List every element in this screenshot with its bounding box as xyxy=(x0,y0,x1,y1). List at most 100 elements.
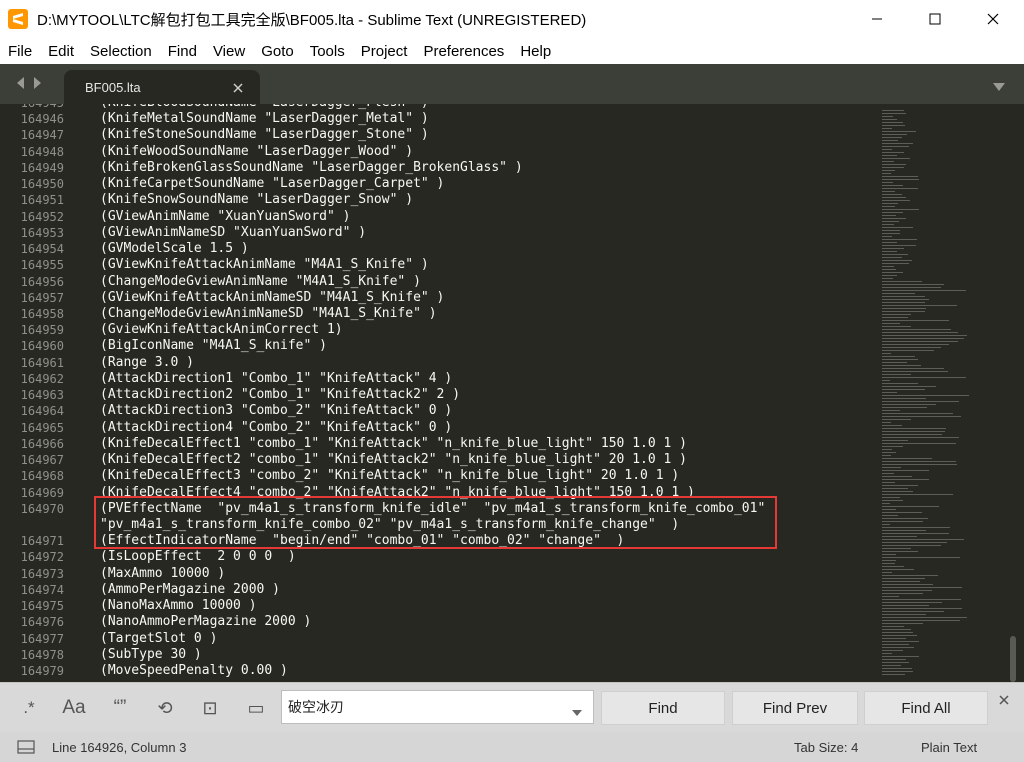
code-line[interactable]: (KnifeMetalSoundName "LaserDagger_Metal"… xyxy=(100,111,429,127)
line-number: 164956 xyxy=(20,274,64,289)
code-line[interactable]: (GviewKnifeAttackAnimCorrect 1) xyxy=(100,322,343,338)
code-line[interactable]: (AttackDirection4 "Combo_2" "KnifeAttack… xyxy=(100,420,452,436)
menu-bar: File Edit Selection Find View Goto Tools… xyxy=(0,38,1024,64)
tab-size-indicator[interactable]: Tab Size: 4 xyxy=(794,740,858,755)
minimap-line xyxy=(882,434,942,435)
tab-list-dropdown-icon[interactable] xyxy=(992,79,1006,97)
menu-project[interactable]: Project xyxy=(361,43,416,60)
code-line[interactable]: (KnifeBloodSoundName "LaserDagger_Flesh"… xyxy=(100,104,429,111)
minimap-line xyxy=(882,617,967,618)
code-line[interactable]: (BigIconName "M4A1_S_knife" ) xyxy=(100,338,327,354)
regex-toggle-icon[interactable]: .* xyxy=(16,696,42,720)
find-prev-button[interactable]: Find Prev xyxy=(732,691,858,725)
minimap-line xyxy=(882,116,893,117)
whole-word-toggle-icon[interactable]: “” xyxy=(106,696,134,720)
find-history-dropdown-icon[interactable] xyxy=(571,704,583,722)
find-input[interactable] xyxy=(288,691,564,723)
minimap-line xyxy=(882,473,894,474)
line-number: 164975 xyxy=(20,599,64,614)
minimap[interactable] xyxy=(880,104,1008,682)
highlight-matches-toggle-icon[interactable]: ▭ xyxy=(243,696,269,720)
code-line[interactable]: (NanoMaxAmmo 10000 ) xyxy=(100,598,257,614)
minimap-line xyxy=(882,122,903,123)
find-button[interactable]: Find xyxy=(601,691,725,725)
code-line[interactable]: (AttackDirection2 "Combo_1" "KnifeAttack… xyxy=(100,387,460,403)
minimap-line xyxy=(882,632,913,633)
minimap-line xyxy=(882,620,960,621)
menu-preferences[interactable]: Preferences xyxy=(423,43,512,60)
minimap-line xyxy=(882,209,919,210)
find-all-button[interactable]: Find All xyxy=(864,691,988,725)
vertical-scrollbar[interactable] xyxy=(1010,636,1016,682)
wrap-toggle-icon[interactable]: ⟲ xyxy=(152,696,178,720)
minimap-line xyxy=(882,491,913,492)
case-sensitive-toggle-icon[interactable]: Aa xyxy=(60,696,88,720)
code-line[interactable]: (KnifeBrokenGlassSoundName "LaserDagger_… xyxy=(100,160,523,176)
minimap-line xyxy=(882,128,892,129)
menu-goto[interactable]: Goto xyxy=(261,43,302,60)
minimap-line xyxy=(882,368,944,369)
code-line[interactable]: (KnifeDecalEffect3 "combo_2" "KnifeAttac… xyxy=(100,468,679,484)
minimap-line xyxy=(882,197,906,198)
code-line[interactable]: (NanoAmmoPerMagazine 2000 ) xyxy=(100,614,311,630)
find-input-box[interactable] xyxy=(281,690,594,724)
tab-next-arrow-icon[interactable] xyxy=(32,76,46,92)
code-line[interactable]: (KnifeSnowSoundName "LaserDagger_Snow" ) xyxy=(100,192,413,208)
minimap-line xyxy=(882,248,904,249)
line-number: 164979 xyxy=(20,664,64,679)
minimap-line xyxy=(882,329,951,330)
code-line[interactable]: (KnifeDecalEffect1 "combo_1" "KnifeAttac… xyxy=(100,436,687,452)
tab-close-icon[interactable] xyxy=(232,81,244,93)
code-line[interactable]: (ChangeModeGviewAnimName "M4A1_S_Knife" … xyxy=(100,274,421,290)
minimap-line xyxy=(882,194,902,195)
close-find-panel-icon[interactable] xyxy=(998,693,1012,707)
code-line[interactable]: (MoveSpeedPenalty 0.00 ) xyxy=(100,663,288,679)
code-line[interactable]: (AttackDirection1 "Combo_1" "KnifeAttack… xyxy=(100,371,452,387)
menu-help[interactable]: Help xyxy=(520,43,559,60)
minimap-line xyxy=(882,566,904,567)
code-line[interactable]: (GViewKnifeAttackAnimName "M4A1_S_Knife"… xyxy=(100,257,429,273)
minimap-line xyxy=(882,437,959,438)
code-line[interactable]: (AmmoPerMagazine 2000 ) xyxy=(100,582,280,598)
code-line[interactable]: (GViewAnimName "XuanYuanSword" ) xyxy=(100,209,350,225)
minimap-line xyxy=(882,152,904,153)
close-window-button[interactable] xyxy=(964,0,1022,38)
syntax-indicator[interactable]: Plain Text xyxy=(921,740,977,755)
code-line[interactable]: (Range 3.0 ) xyxy=(100,355,194,371)
code-line[interactable]: (KnifeStoneSoundName "LaserDagger_Stone"… xyxy=(100,127,429,143)
code-line[interactable]: (KnifeWoodSoundName "LaserDagger_Wood" ) xyxy=(100,144,413,160)
line-number: 164969 xyxy=(20,485,64,500)
in-selection-toggle-icon[interactable]: ⊡ xyxy=(197,696,223,720)
minimap-line xyxy=(882,524,890,525)
code-line[interactable]: (MaxAmmo 10000 ) xyxy=(100,566,225,582)
code-line[interactable]: (SubType 30 ) xyxy=(100,647,202,663)
code-line[interactable]: (GViewAnimNameSD "XuanYuanSword" ) xyxy=(100,225,366,241)
menu-edit[interactable]: Edit xyxy=(48,43,82,60)
code-line[interactable]: (KnifeDecalEffect2 "combo_1" "KnifeAttac… xyxy=(100,452,687,468)
code-line[interactable]: (TargetSlot 0 ) xyxy=(100,631,217,647)
menu-find[interactable]: Find xyxy=(168,43,205,60)
minimap-line xyxy=(882,383,918,384)
code-line[interactable]: (AttackDirection3 "Combo_2" "KnifeAttack… xyxy=(100,403,452,419)
minimize-button[interactable] xyxy=(848,0,906,38)
menu-selection[interactable]: Selection xyxy=(90,43,160,60)
maximize-button[interactable] xyxy=(906,0,964,38)
menu-file[interactable]: File xyxy=(8,43,40,60)
panel-toggle-icon[interactable] xyxy=(17,740,35,757)
code-line[interactable]: (IsLoopEffect 2 0 0 0 ) xyxy=(100,549,296,565)
editor-area[interactable]: 1649451649461649471649481649491649501649… xyxy=(0,104,1024,682)
menu-tools[interactable]: Tools xyxy=(310,43,353,60)
line-number: 164966 xyxy=(20,436,64,451)
code-text[interactable]: (KnifeBloodSoundName "LaserDagger_Flesh"… xyxy=(100,104,880,682)
minimap-line xyxy=(882,137,902,138)
code-line[interactable]: (GViewKnifeAttackAnimNameSD "M4A1_S_Knif… xyxy=(100,290,444,306)
code-line[interactable]: (ChangeModeGviewAnimNameSD "M4A1_S_Knife… xyxy=(100,306,437,322)
code-line[interactable]: (GVModelScale 1.5 ) xyxy=(100,241,249,257)
tab-bf005[interactable]: BF005.lta xyxy=(64,70,260,104)
minimap-line xyxy=(882,131,916,132)
minimap-line xyxy=(882,299,929,300)
menu-view[interactable]: View xyxy=(213,43,253,60)
minimap-line xyxy=(882,527,950,528)
code-line[interactable]: (KnifeCarpetSoundName "LaserDagger_Carpe… xyxy=(100,176,444,192)
tab-prev-arrow-icon[interactable] xyxy=(14,76,28,92)
